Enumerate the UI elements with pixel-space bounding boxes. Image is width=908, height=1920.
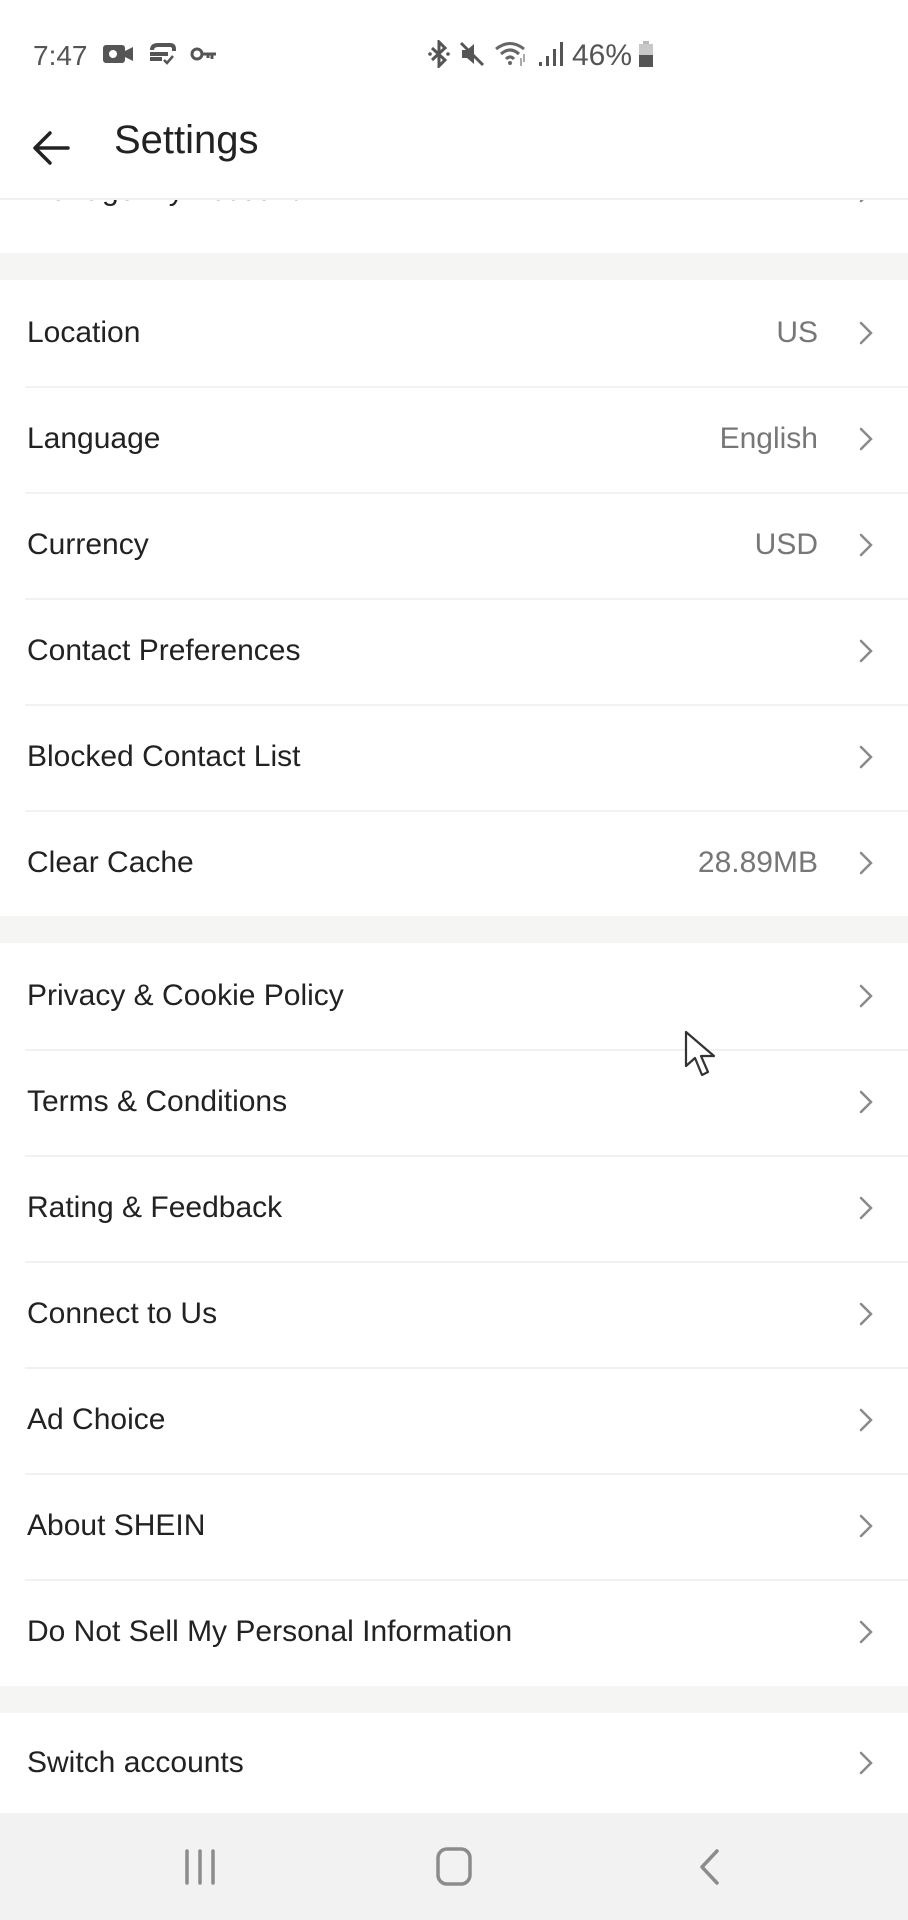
status-right: 46%: [428, 38, 654, 74]
battery-icon: [638, 40, 654, 72]
settings-item-label: Language: [27, 422, 161, 455]
app-header: Settings: [0, 100, 908, 200]
settings-item-label: Privacy & Cookie Policy: [27, 979, 344, 1012]
chevron-right-icon: [859, 745, 873, 769]
row-divider: [25, 810, 908, 812]
settings-item-label: Connect to Us: [27, 1297, 218, 1330]
chevron-right-icon: [859, 1408, 873, 1432]
settings-item-value: English: [719, 422, 818, 455]
section-separator: [0, 1686, 908, 1713]
row-divider: [25, 704, 908, 706]
settings-item-connect-to-us[interactable]: Connect to Us: [0, 1261, 908, 1367]
status-bar: 7:47 46%: [0, 0, 908, 100]
settings-item-label: Contact Preferences: [27, 634, 301, 667]
chevron-right-icon: [859, 1751, 873, 1775]
home-button[interactable]: [430, 1843, 478, 1891]
settings-item-language[interactable]: Language English: [0, 386, 908, 492]
chevron-right-icon: [859, 1514, 873, 1538]
settings-item-label: Switch accounts: [27, 1746, 244, 1779]
recent-apps-icon: [185, 1849, 215, 1885]
settings-item-switch-accounts[interactable]: Switch accounts: [0, 1713, 908, 1813]
wifi-icon: [494, 40, 530, 72]
row-divider: [25, 1473, 908, 1475]
chevron-right-icon: [859, 1620, 873, 1644]
chevron-right-icon: [859, 200, 864, 203]
settings-item-do-not-sell[interactable]: Do Not Sell My Personal Information: [0, 1579, 908, 1685]
chevron-right-icon: [859, 984, 873, 1008]
back-button[interactable]: [28, 126, 76, 170]
row-divider: [25, 492, 908, 494]
recent-apps-button[interactable]: [178, 1843, 222, 1891]
cache-size-value: 28.89MB: [697, 846, 818, 879]
settings-list[interactable]: Manage My Account Location US Language E…: [0, 200, 908, 1813]
settings-item-label: Ad Choice: [27, 1403, 166, 1436]
settings-item-label: Manage My Account: [27, 200, 299, 208]
settings-item-value: US: [776, 316, 818, 349]
settings-item-label: Do Not Sell My Personal Information: [27, 1615, 513, 1648]
settings-item-label: Terms & Conditions: [27, 1085, 288, 1118]
settings-item-label: Currency: [27, 528, 149, 561]
arrow-left-icon: [33, 131, 70, 165]
bluetooth-icon: [428, 38, 450, 72]
settings-item-label: Blocked Contact List: [27, 740, 301, 773]
settings-item-blocked-contact-list[interactable]: Blocked Contact List: [0, 704, 908, 810]
battery-percent: 46%: [572, 39, 633, 72]
settings-item-about-shein[interactable]: About SHEIN: [0, 1473, 908, 1579]
settings-item-clear-cache[interactable]: Clear Cache 28.89MB: [0, 810, 908, 916]
settings-item-terms-conditions[interactable]: Terms & Conditions: [0, 1049, 908, 1155]
home-icon: [436, 1847, 472, 1886]
chevron-right-icon: [859, 427, 873, 451]
settings-item-label: About SHEIN: [27, 1509, 206, 1542]
settings-item-contact-preferences[interactable]: Contact Preferences: [0, 598, 908, 704]
status-left: 7:47: [33, 38, 218, 74]
row-divider: [25, 1155, 908, 1157]
chevron-right-icon: [859, 851, 873, 875]
settings-item-ad-choice[interactable]: Ad Choice: [0, 1367, 908, 1473]
settings-item-location[interactable]: Location US: [0, 280, 908, 386]
section-separator: [0, 916, 908, 943]
settings-item-label: Location: [27, 316, 141, 349]
vpn-key-icon: [190, 45, 218, 67]
row-divider: [25, 1261, 908, 1263]
sync-check-icon: [148, 42, 176, 70]
chevron-right-icon: [859, 321, 873, 345]
status-time: 7:47: [33, 40, 88, 71]
mute-icon: [458, 40, 486, 72]
chevron-right-icon: [859, 1302, 873, 1326]
settings-item-rating-feedback[interactable]: Rating & Feedback: [0, 1155, 908, 1261]
settings-item-value: USD: [754, 528, 818, 561]
row-divider: [25, 1367, 908, 1369]
section-separator: [0, 253, 908, 280]
chevron-right-icon: [859, 1196, 873, 1220]
video-record-icon: [102, 43, 134, 69]
row-divider: [25, 1579, 908, 1581]
page-title: Settings: [114, 118, 259, 162]
settings-item-label: Rating & Feedback: [27, 1191, 283, 1224]
settings-item-manage-account[interactable]: Manage My Account: [0, 200, 908, 253]
chevron-right-icon: [859, 639, 873, 663]
settings-item-label: Clear Cache: [27, 846, 194, 879]
row-divider: [25, 598, 908, 600]
system-back-button[interactable]: [690, 1843, 730, 1891]
chevron-left-icon: [700, 1849, 719, 1885]
chevron-right-icon: [859, 533, 873, 557]
settings-item-privacy-cookie-policy[interactable]: Privacy & Cookie Policy: [0, 943, 908, 1049]
row-divider: [25, 1049, 908, 1051]
settings-item-currency[interactable]: Currency USD: [0, 492, 908, 598]
system-nav-bar: [0, 1813, 908, 1920]
signal-icon: [538, 40, 564, 72]
row-divider: [25, 386, 908, 388]
chevron-right-icon: [859, 1090, 873, 1114]
